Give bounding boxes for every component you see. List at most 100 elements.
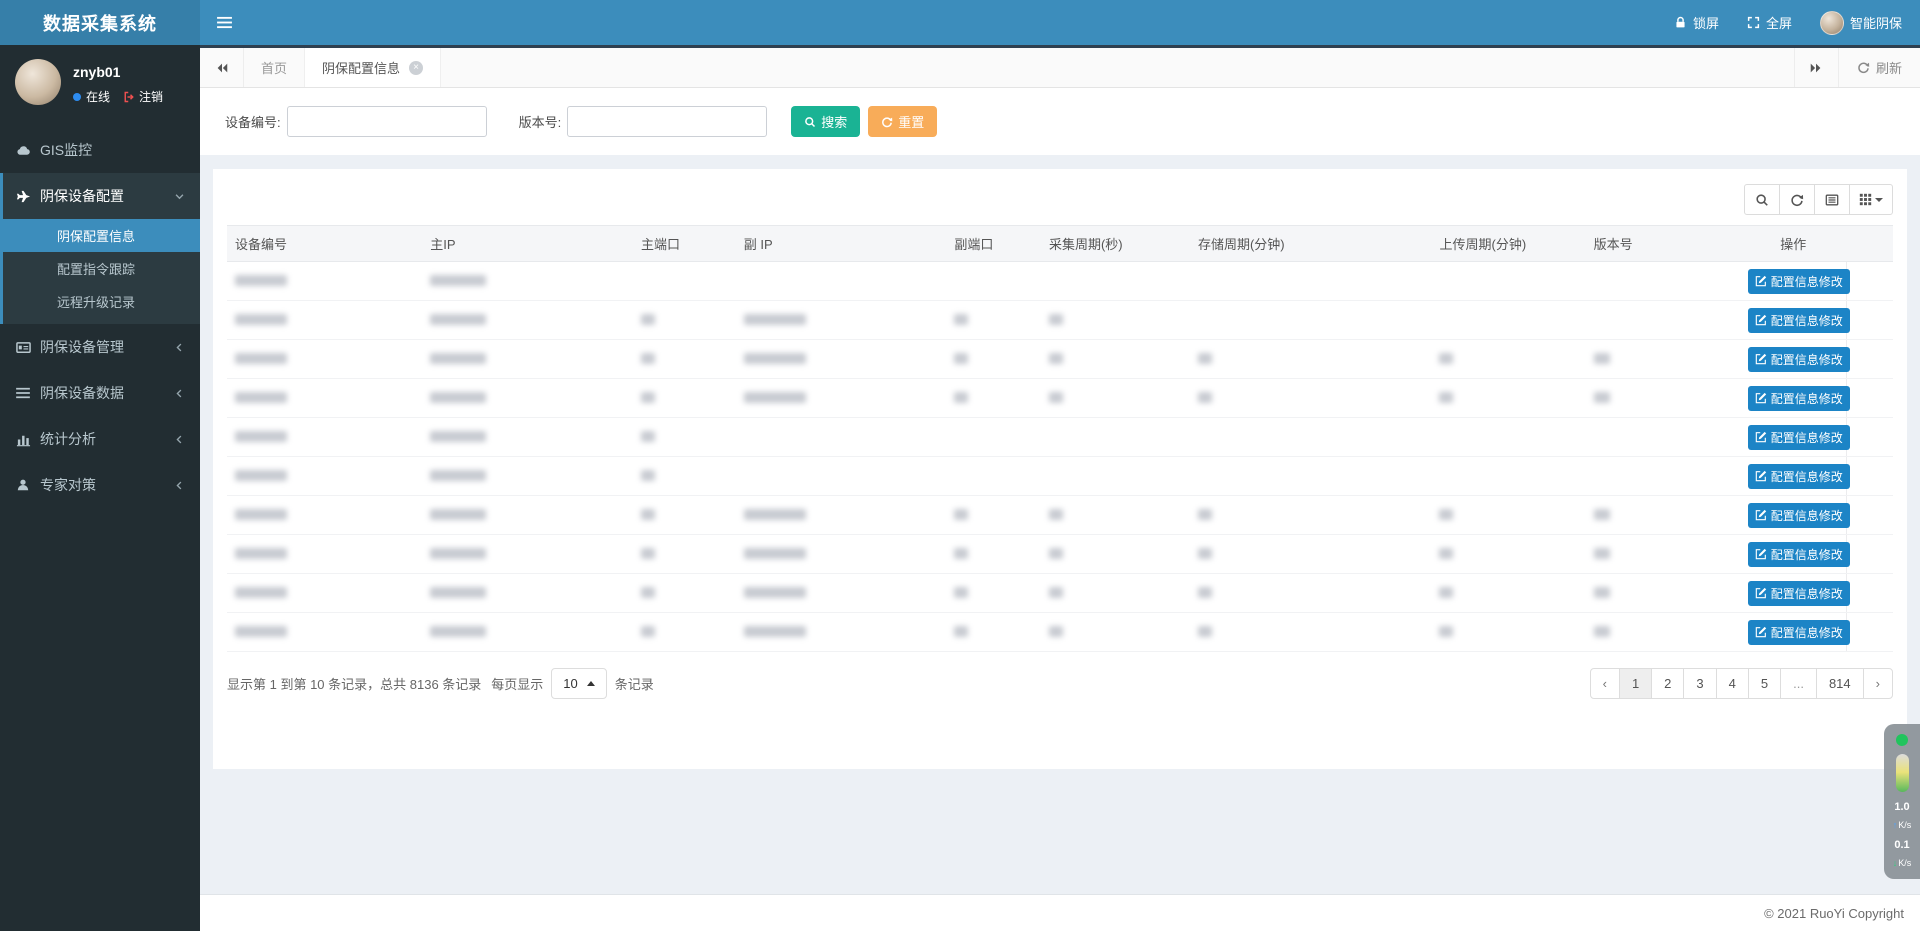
page-button[interactable]: 3 xyxy=(1683,668,1716,699)
redacted-value xyxy=(1439,548,1453,559)
refresh-tab-button[interactable]: 刷新 xyxy=(1838,48,1920,87)
app-logo[interactable]: 数据采集系统 xyxy=(0,0,200,45)
table-cell xyxy=(633,340,736,379)
table-row: 配置信息修改 xyxy=(227,613,1893,652)
table-cell xyxy=(736,457,947,496)
prev-page-button: ‹ xyxy=(1590,668,1620,699)
table-edge-cell xyxy=(1847,340,1893,379)
tabs-scroll-left-button[interactable] xyxy=(200,48,244,87)
sidebar-item-device-config[interactable]: 阴保设备配置 xyxy=(3,173,200,219)
next-page-button[interactable]: › xyxy=(1863,668,1893,699)
table-cell xyxy=(1190,418,1432,457)
column-header: 副 IP xyxy=(736,226,947,262)
sidebar-item-gis-monitor[interactable]: GIS监控 xyxy=(0,127,200,173)
tabs-scroll-right-button[interactable] xyxy=(1794,48,1838,87)
device-no-input[interactable] xyxy=(287,106,487,137)
table-cell xyxy=(1190,340,1432,379)
edit-config-button[interactable]: 配置信息修改 xyxy=(1748,425,1850,450)
table-cell xyxy=(1586,301,1740,340)
tab-home[interactable]: 首页 xyxy=(244,48,305,87)
version-input[interactable] xyxy=(567,106,767,137)
refresh-table-button[interactable] xyxy=(1779,184,1815,215)
table-toolbar xyxy=(227,184,1893,215)
table-edge-cell xyxy=(1847,496,1893,535)
edit-config-button[interactable]: 配置信息修改 xyxy=(1748,308,1850,333)
table-edge-cell xyxy=(1847,574,1893,613)
edit-config-button[interactable]: 配置信息修改 xyxy=(1748,581,1850,606)
table-cell xyxy=(1190,379,1432,418)
toggle-search-button[interactable] xyxy=(1744,184,1780,215)
edit-config-button[interactable]: 配置信息修改 xyxy=(1748,347,1850,372)
page-button[interactable]: 1 xyxy=(1619,668,1652,699)
table-cell xyxy=(1586,574,1740,613)
table-cell xyxy=(1041,379,1190,418)
page-button[interactable]: 4 xyxy=(1716,668,1749,699)
edit-config-button[interactable]: 配置信息修改 xyxy=(1748,542,1850,567)
fullscreen-button[interactable]: 全屏 xyxy=(1747,13,1792,32)
redacted-value xyxy=(744,509,806,520)
table-cell xyxy=(227,574,422,613)
tab-config-info[interactable]: 阴保配置信息 × xyxy=(305,48,441,87)
config-table: 设备编号主IP主端口副 IP副端口采集周期(秒)存储周期(分钟)上传周期(分钟)… xyxy=(227,225,1893,652)
records-label: 条记录 xyxy=(615,674,654,693)
page-button: 1 xyxy=(1620,668,1652,699)
sidebar-item-statistics[interactable]: 统计分析 xyxy=(0,416,200,462)
edit-config-button[interactable]: 配置信息修改 xyxy=(1748,503,1850,528)
table-cell xyxy=(1586,262,1740,301)
table-cell xyxy=(422,418,633,457)
net-speed-widget[interactable]: 1.0 ↑K/s 0.1 ↓K/s xyxy=(1884,724,1920,879)
table-edge-cell xyxy=(1847,535,1893,574)
table-cell xyxy=(1431,379,1585,418)
avatar[interactable] xyxy=(15,59,61,105)
reset-button[interactable]: 重置 xyxy=(868,106,937,137)
detail-view-button[interactable] xyxy=(1814,184,1850,215)
columns-dropdown-button[interactable] xyxy=(1849,184,1893,215)
table-cell xyxy=(633,496,736,535)
sidebar-item-expert-advice[interactable]: 专家对策 xyxy=(0,462,200,508)
logout-link[interactable]: 注销 xyxy=(123,88,163,105)
page-button[interactable]: 2 xyxy=(1651,668,1684,699)
redacted-value xyxy=(744,587,806,598)
redacted-value xyxy=(1198,392,1212,403)
user-menu[interactable]: 智能阴保 xyxy=(1820,11,1902,35)
redacted-value xyxy=(430,548,486,559)
redacted-value xyxy=(954,626,968,637)
action-cell: 配置信息修改 xyxy=(1740,535,1847,574)
edit-config-button[interactable]: 配置信息修改 xyxy=(1748,269,1850,294)
sidebar-item-device-data[interactable]: 阴保设备数据 xyxy=(0,370,200,416)
page-button[interactable]: 814 xyxy=(1816,668,1864,699)
submenu-device-config: 阴保配置信息 配置指令跟踪 远程升级记录 xyxy=(3,219,200,324)
redacted-value xyxy=(744,353,806,364)
table-cell xyxy=(1190,535,1432,574)
sidebar-toggle-button[interactable] xyxy=(200,0,248,45)
sidebar-item-config-command-trace[interactable]: 配置指令跟踪 xyxy=(3,252,200,285)
user-icon xyxy=(15,478,31,492)
sidebar-item-remote-upgrade-log[interactable]: 远程升级记录 xyxy=(3,285,200,318)
table-cell xyxy=(1190,496,1432,535)
table-cell xyxy=(946,574,1041,613)
table-cell xyxy=(227,457,422,496)
per-page-label: 每页显示 xyxy=(491,674,543,693)
table-cell xyxy=(227,535,422,574)
edit-config-button[interactable]: 配置信息修改 xyxy=(1748,620,1850,645)
redacted-value xyxy=(1594,353,1610,364)
table-cell xyxy=(736,301,947,340)
redacted-value xyxy=(235,548,287,559)
redacted-value xyxy=(430,431,486,442)
page-button[interactable]: 5 xyxy=(1748,668,1781,699)
table-cell xyxy=(946,457,1041,496)
page-size-select[interactable]: 10 xyxy=(551,668,606,699)
search-button[interactable]: 搜索 xyxy=(791,106,860,137)
edit-config-button[interactable]: 配置信息修改 xyxy=(1748,464,1850,489)
prev-page-button[interactable]: ‹ xyxy=(1590,668,1620,699)
lock-screen-button[interactable]: 锁屏 xyxy=(1674,13,1719,32)
redacted-value xyxy=(641,314,655,325)
refresh-icon xyxy=(1857,61,1870,74)
redacted-value xyxy=(641,431,655,442)
sidebar-item-device-manage[interactable]: 阴保设备管理 xyxy=(0,324,200,370)
page-footer: © 2021 RuoYi Copyright xyxy=(200,894,1920,931)
edit-config-button[interactable]: 配置信息修改 xyxy=(1748,386,1850,411)
close-tab-icon[interactable]: × xyxy=(409,61,423,75)
sidebar-item-config-info[interactable]: 阴保配置信息 xyxy=(0,219,200,252)
table-cell xyxy=(946,613,1041,652)
